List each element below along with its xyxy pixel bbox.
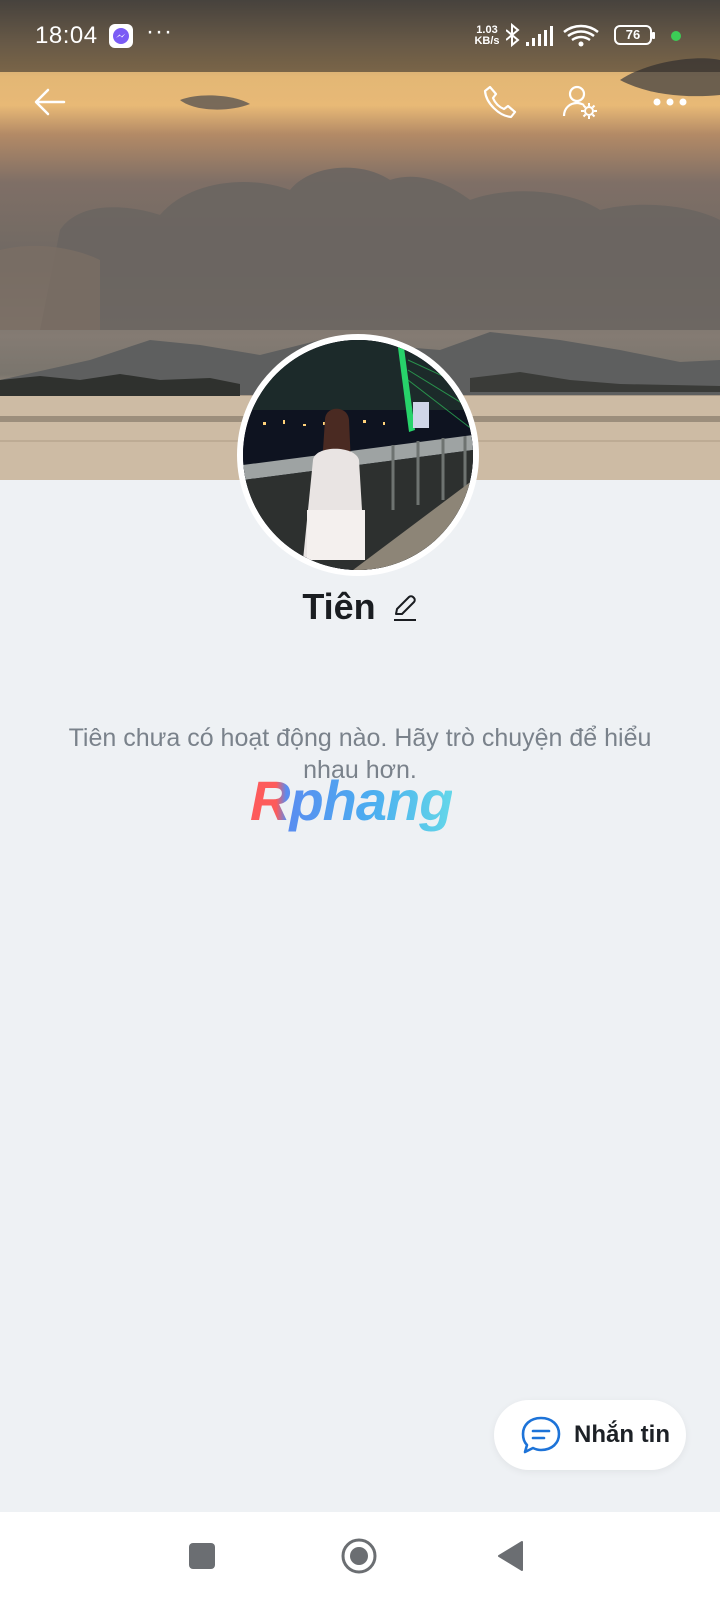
avatar[interactable]	[237, 334, 479, 576]
bluetooth-icon	[506, 22, 520, 48]
watermark-logo: Rphang	[250, 769, 453, 832]
square-icon	[189, 1543, 215, 1569]
arrow-left-icon	[34, 88, 66, 116]
circle-home-icon	[341, 1538, 377, 1574]
status-bar: 18:04 ··· 1.03 KB/s 76	[0, 0, 720, 72]
triangle-back-icon	[498, 1541, 523, 1571]
user-settings-button[interactable]	[556, 78, 604, 126]
network-speed-unit: KB/s	[474, 35, 500, 47]
more-dots-icon	[653, 98, 687, 106]
avatar-photo	[243, 340, 473, 570]
phone-icon	[483, 85, 517, 119]
call-button[interactable]	[476, 78, 524, 126]
wifi-icon	[563, 24, 599, 42]
user-settings-icon	[562, 85, 597, 119]
home-button[interactable]	[333, 1530, 385, 1582]
more-button[interactable]	[646, 78, 694, 126]
privacy-dot	[671, 31, 681, 41]
signal-icon	[526, 26, 553, 46]
battery-indicator: 76	[614, 25, 655, 45]
recents-button[interactable]	[176, 1530, 228, 1582]
status-icons	[506, 22, 599, 48]
network-speed: 1.03 KB/s	[472, 25, 502, 47]
system-nav-bar	[0, 1512, 720, 1600]
chat-bubble-icon	[521, 1416, 561, 1454]
status-time: 18:04	[35, 22, 98, 49]
send-message-label: Nhắn tin	[574, 1421, 670, 1448]
profile-name-row: Tiên	[0, 586, 720, 628]
more-notifications-indicator: ···	[146, 18, 173, 45]
back-button[interactable]	[26, 78, 74, 126]
pencil-icon	[393, 594, 416, 621]
send-message-button[interactable]: Nhắn tin	[494, 1400, 686, 1470]
nav-back-button[interactable]	[484, 1530, 536, 1582]
profile-name: Tiên	[302, 586, 376, 627]
messenger-notification-icon	[109, 24, 133, 48]
edit-name-button[interactable]	[392, 594, 418, 627]
